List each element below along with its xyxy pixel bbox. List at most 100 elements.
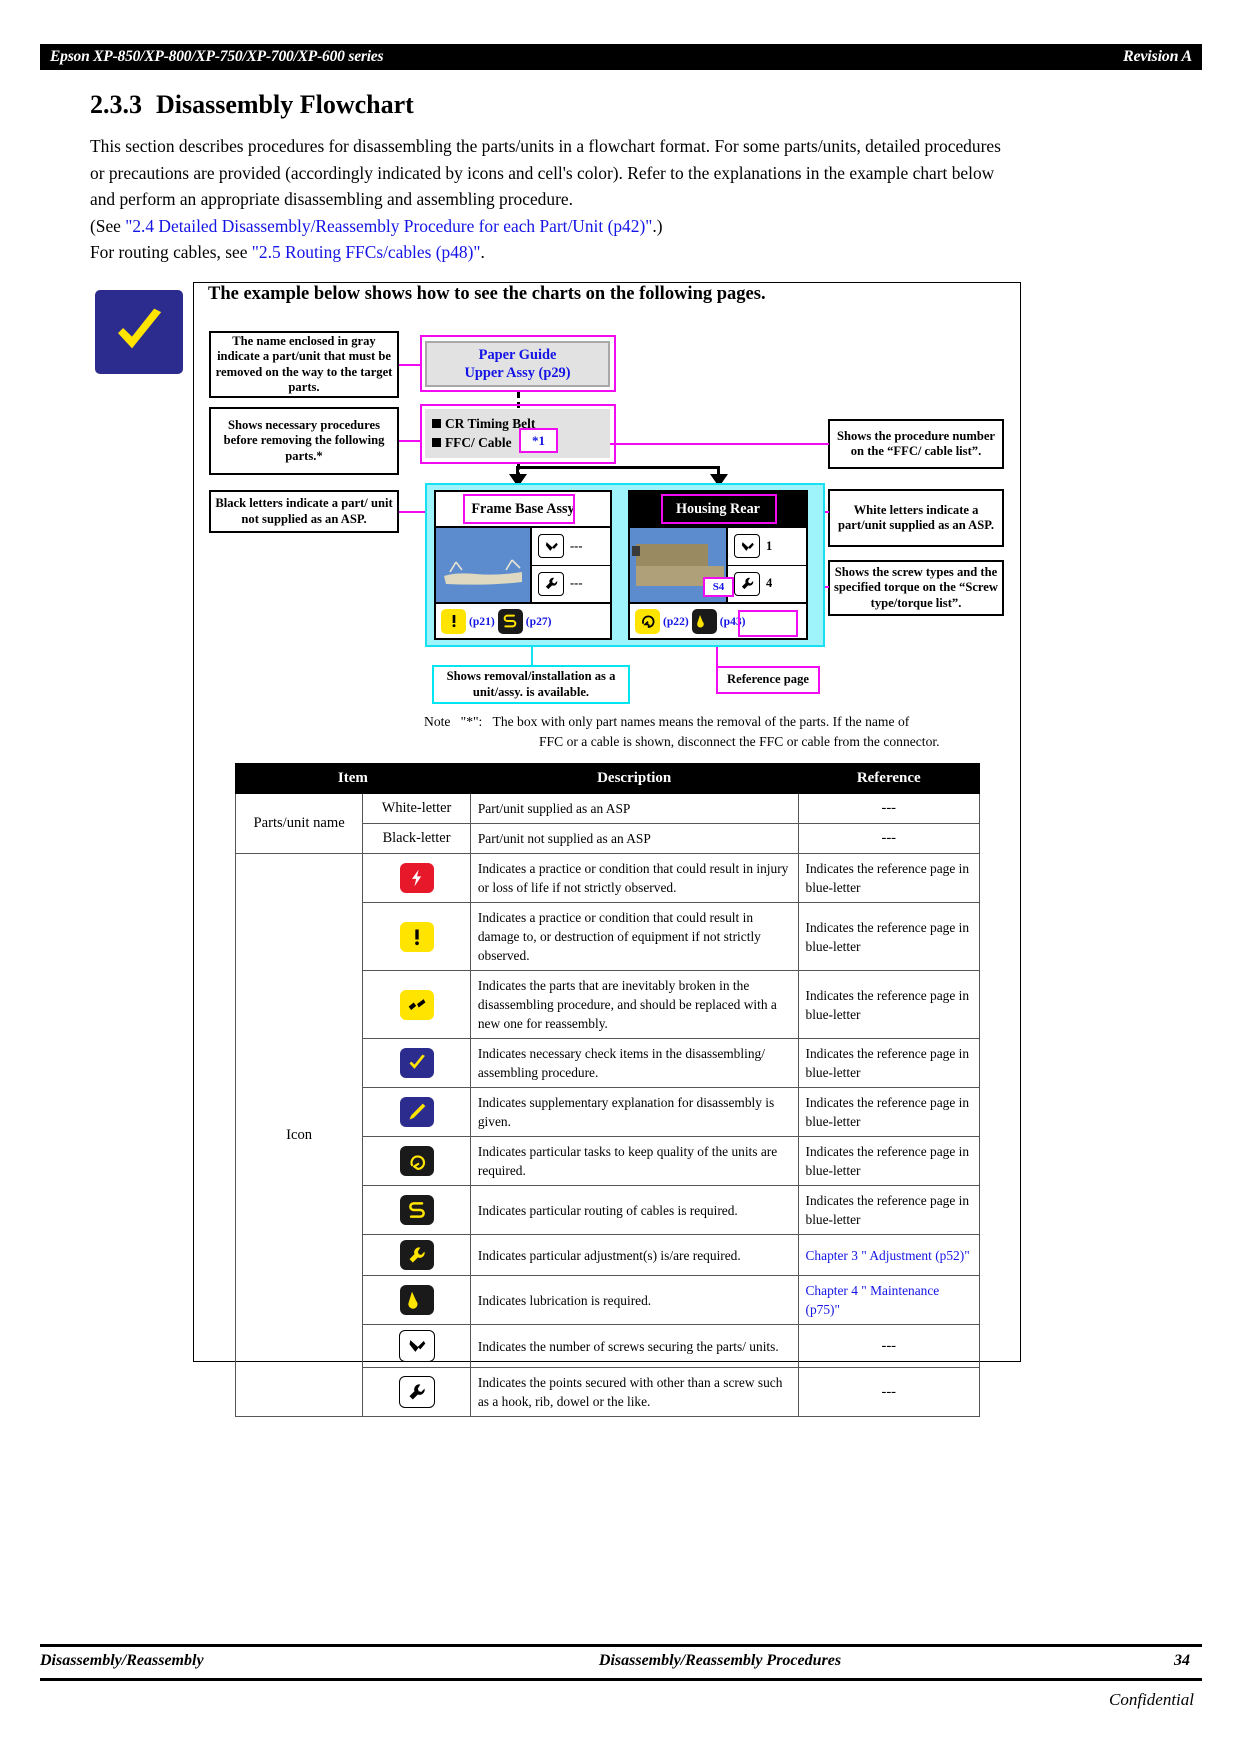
row-reference: ---: [797, 1324, 980, 1368]
paper-guide-box[interactable]: Paper Guide Upper Assy (p29): [425, 341, 610, 387]
routing-icon: [497, 608, 523, 634]
callout-procedure-number: Shows the procedure number on the “FFC/ …: [828, 419, 1004, 469]
page-footer: Disassembly/Reassembly Disassembly/Reass…: [40, 1652, 1202, 1670]
ffc-item-2: FFC/ Cable: [445, 435, 512, 450]
callout-necessary-procedures: Shows necessary procedures before removi…: [209, 407, 399, 475]
document-page: Epson XP-850/XP-800/XP-750/XP-700/XP-600…: [0, 0, 1242, 1752]
connector-line: [516, 466, 720, 469]
screw-icon: [538, 534, 564, 559]
danger-icon-cell: [362, 853, 471, 903]
callout-black-letters: Black letters indicate a part/ unit not …: [209, 490, 399, 533]
page-header: Epson XP-850/XP-800/XP-750/XP-700/XP-600…: [40, 44, 1202, 70]
wrench-icon: [398, 1376, 435, 1408]
callout-gray-name: The name enclosed in gray indicate a par…: [209, 331, 399, 398]
row-description: Indicates a practice or condition that c…: [469, 902, 799, 971]
row-description: Part/unit not supplied as an ASP: [469, 823, 799, 854]
pencil-icon: [399, 1097, 434, 1127]
frame-base-assy-footer: (p21) (p27): [436, 602, 610, 638]
frame-base-assy-icon-list: --- ---: [532, 528, 610, 602]
routing-icon-cell: [362, 1185, 471, 1235]
star-note-label: *1: [532, 432, 545, 448]
wrench-qty: 4: [766, 576, 773, 591]
row-reference: Indicates the reference page in blue-let…: [797, 1136, 980, 1186]
lubrication-icon: [399, 1285, 434, 1315]
lubrication-icon: [691, 608, 717, 634]
housing-rear-icon-list: 1 4: [728, 528, 806, 602]
wrench-qty: ---: [570, 576, 583, 591]
frame-base-assy-label-highlight: [463, 494, 575, 524]
frame-footer-page-1[interactable]: (p21): [469, 615, 495, 628]
broken-part-icon-cell: [362, 970, 471, 1039]
row-reference: Indicates the reference page in blue-let…: [797, 1087, 980, 1137]
header-revision: Revision A: [1123, 48, 1192, 65]
row-reference: ---: [797, 793, 980, 824]
wrench-icon: [538, 571, 564, 596]
row-description: Part/unit supplied as an ASP: [469, 793, 799, 824]
footer-page-number: 34: [1174, 1652, 1190, 1669]
row-reference-link[interactable]: Chapter 3 " Adjustment (p52)": [797, 1234, 980, 1276]
bullet-square-icon: [432, 438, 441, 447]
row-reference-link[interactable]: Chapter 4 " Maintenance (p75)": [797, 1275, 980, 1325]
callout-white-letters: White letters indicate a part/unit suppl…: [828, 489, 1004, 547]
check-icon: [399, 1048, 434, 1078]
row-description: Indicates particular routing of cables i…: [469, 1185, 799, 1235]
icon-row: ---: [532, 566, 610, 603]
connector-line: [531, 647, 534, 666]
connector-line: [399, 364, 421, 367]
screw-code-label: S4: [712, 581, 725, 593]
detailed-procedure-link[interactable]: "2.4 Detailed Disassembly/Reassembly Pro…: [125, 216, 652, 236]
see-prefix: (See: [90, 215, 126, 236]
adjustment-icon: [399, 1240, 434, 1270]
row-description: Indicates the parts that are inevitably …: [469, 970, 799, 1039]
bullet-square-icon: [432, 419, 441, 428]
column-header-reference: Reference: [797, 763, 980, 794]
frame-footer-page-2[interactable]: (p27): [526, 615, 552, 628]
routing-suffix: .: [480, 242, 485, 263]
caution-icon: [441, 608, 466, 634]
icon-row: 1: [728, 528, 806, 566]
routing-ffc-link[interactable]: "2.5 Routing FFCs/cables (p48)": [252, 242, 481, 262]
ffc-cable-box[interactable]: CR Timing Belt FFC/ Cable: [425, 409, 610, 458]
see-suffix: .): [652, 215, 663, 236]
callout-removal-unit: Shows removal/installation as a unit/ass…: [432, 665, 630, 704]
row-reference: Indicates the reference page in blue-let…: [797, 1185, 980, 1235]
footer-divider-top: [40, 1644, 1202, 1647]
row-description: Indicates the points secured with other …: [469, 1367, 799, 1417]
row-description: Indicates particular tasks to keep quali…: [469, 1136, 799, 1186]
connector-line: [399, 440, 421, 443]
intro-text: This section describes procedures for di…: [90, 136, 1001, 210]
screw-qty: ---: [570, 538, 583, 553]
housing-footer-page-1[interactable]: (p22): [663, 615, 689, 628]
caution-icon: [399, 921, 434, 952]
footer-section: Disassembly/Reassembly Procedures: [598, 1652, 842, 1669]
footer-chapter: Disassembly/Reassembly: [40, 1652, 204, 1669]
intro-paragraph: This section describes procedures for di…: [90, 133, 1010, 266]
row-reference: Indicates the reference page in blue-let…: [797, 902, 980, 971]
row-description: Indicates a practice or condition that c…: [469, 853, 799, 903]
row-reference: Indicates the reference page in blue-let…: [797, 853, 980, 903]
star-note-highlight: *1: [519, 428, 558, 453]
quality-icon: [399, 1146, 434, 1176]
example-heading: The example below shows how to see the c…: [208, 284, 766, 304]
table-row: Parts/unit name White-letter Part/unit s…: [234, 793, 980, 854]
group-label-icon: Icon: [234, 853, 364, 1417]
check-icon-cell: [362, 1038, 471, 1088]
header-model-title: Epson XP-850/XP-800/XP-750/XP-700/XP-600…: [50, 48, 384, 65]
footer-divider-bottom: [40, 1678, 1202, 1681]
section-number: 2.3.3: [90, 90, 142, 119]
confidential-label: Confidential: [1109, 1690, 1194, 1709]
routing-prefix: For routing cables, see: [90, 242, 252, 263]
paper-guide-line2: Upper Assy (p29): [464, 365, 571, 381]
broken-part-icon: [399, 989, 434, 1020]
row-description: Indicates the number of screws securing …: [469, 1324, 799, 1368]
table-row: Icon Indicates a practice or condition t…: [234, 853, 980, 1417]
callout-reference-page: Reference page: [716, 666, 820, 694]
housing-rear-label-highlight: [661, 494, 777, 524]
paper-guide-line1: Paper Guide: [478, 347, 557, 363]
wrench-icon-cell: [362, 1367, 471, 1417]
lubrication-icon-cell: [362, 1275, 471, 1325]
row-reference: ---: [797, 1367, 980, 1417]
row-sub-label: Black-letter: [362, 823, 471, 854]
quality-icon-cell: [362, 1136, 471, 1186]
note-label: Note: [424, 714, 451, 729]
